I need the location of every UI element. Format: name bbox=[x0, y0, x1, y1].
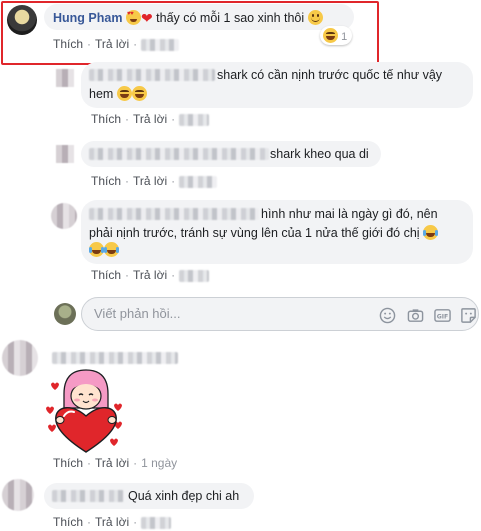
emoji-picker-icon[interactable] bbox=[379, 307, 396, 324]
current-user-avatar bbox=[54, 303, 76, 325]
heart-girl-sticker bbox=[46, 369, 122, 453]
reply-link[interactable]: Trả lời bbox=[133, 268, 167, 282]
like-link[interactable]: Thích bbox=[91, 174, 121, 188]
author-redacted bbox=[89, 148, 269, 160]
smile-emoji bbox=[307, 10, 323, 25]
comment-actions: Thích · Trả lời · 1 ngày bbox=[53, 456, 178, 470]
timestamp-redacted bbox=[141, 516, 172, 529]
reply-input[interactable] bbox=[94, 306, 374, 321]
reply-text-line2: phải nịnh trước, tránh sự vùng lên của 1… bbox=[89, 226, 420, 240]
camera-icon[interactable] bbox=[407, 307, 424, 324]
commenter-avatar[interactable] bbox=[2, 340, 38, 376]
like-link[interactable]: Thích bbox=[53, 37, 83, 51]
crying-laugh-emoji bbox=[423, 225, 439, 240]
svg-text:GIF: GIF bbox=[437, 313, 449, 320]
timestamp-redacted bbox=[179, 113, 210, 126]
laugh-emoji bbox=[131, 86, 147, 101]
reply-input-box[interactable]: GIF bbox=[81, 297, 479, 331]
comment-bubble: Hung Pham ❤ thấy có mỗi 1 sao xinh thôi bbox=[44, 4, 354, 30]
like-link[interactable]: Thích bbox=[91, 112, 121, 126]
timestamp-redacted bbox=[141, 38, 180, 51]
crying-laugh-emoji bbox=[89, 242, 104, 257]
reply-bubble: hình như mai là ngày gì đó, nên phải nịn… bbox=[81, 200, 473, 264]
like-link[interactable]: Thích bbox=[91, 268, 121, 282]
reaction-badge[interactable]: 1 bbox=[320, 26, 353, 45]
gif-icon[interactable]: GIF bbox=[434, 307, 451, 324]
heart-eyes-emoji bbox=[125, 10, 141, 25]
reply-link[interactable]: Trả lời bbox=[95, 456, 129, 470]
comment-actions: Thích · Trả lời · bbox=[53, 515, 172, 529]
author-redacted bbox=[52, 352, 178, 364]
avatar-hung-pham[interactable] bbox=[7, 5, 37, 35]
comment-actions: Thích · Trả lời · bbox=[53, 37, 180, 51]
timestamp-redacted bbox=[179, 175, 218, 188]
reply-bubble: shark kheo qua di bbox=[81, 141, 381, 167]
reply-actions: Thích · Trả lời · bbox=[91, 174, 218, 188]
reply-link[interactable]: Trả lời bbox=[133, 112, 167, 126]
reply-actions: Thích · Trả lời · bbox=[91, 112, 210, 126]
sticker-icon[interactable] bbox=[460, 307, 477, 324]
timestamp: 1 ngày bbox=[141, 456, 178, 470]
reply-avatar[interactable] bbox=[51, 203, 77, 229]
reply-bubble: shark có cần nịnh trước quốc tế như vậy … bbox=[81, 62, 473, 108]
comment-author[interactable]: Hung Pham bbox=[53, 11, 122, 25]
author-redacted bbox=[89, 208, 259, 220]
like-link[interactable]: Thích bbox=[53, 456, 83, 470]
author-redacted bbox=[89, 69, 215, 81]
reply-link[interactable]: Trả lời bbox=[133, 174, 167, 188]
reply-avatar[interactable] bbox=[56, 145, 74, 163]
reply-text-line1: shark có cần nịnh trước quốc tế như vậy bbox=[217, 68, 443, 82]
comment-text: Quá xinh đẹp chi ah bbox=[128, 489, 240, 503]
reply-text-line2: hem bbox=[89, 87, 114, 101]
reply-link[interactable]: Trả lời bbox=[95, 515, 129, 529]
commenter-avatar[interactable] bbox=[2, 479, 34, 511]
comment-text: thấy có mỗi 1 sao xinh thôi bbox=[156, 11, 305, 25]
reply-link[interactable]: Trả lời bbox=[95, 37, 129, 51]
laugh-emoji bbox=[116, 86, 132, 101]
heart: ❤ bbox=[140, 10, 153, 26]
crying-laugh-emoji bbox=[104, 242, 119, 257]
reply-text-line1: hình như mai là ngày gì đó, nên bbox=[261, 207, 438, 221]
laugh-emoji bbox=[323, 28, 338, 43]
author-redacted bbox=[52, 490, 124, 502]
reply-text: shark kheo qua di bbox=[270, 147, 369, 161]
timestamp-redacted bbox=[179, 269, 210, 282]
comment-bubble: Quá xinh đẹp chi ah bbox=[44, 483, 254, 509]
reply-avatar[interactable] bbox=[56, 69, 74, 87]
reply-actions: Thích · Trả lời · bbox=[91, 268, 210, 282]
reaction-count: 1 bbox=[341, 31, 348, 43]
like-link[interactable]: Thích bbox=[53, 515, 83, 529]
